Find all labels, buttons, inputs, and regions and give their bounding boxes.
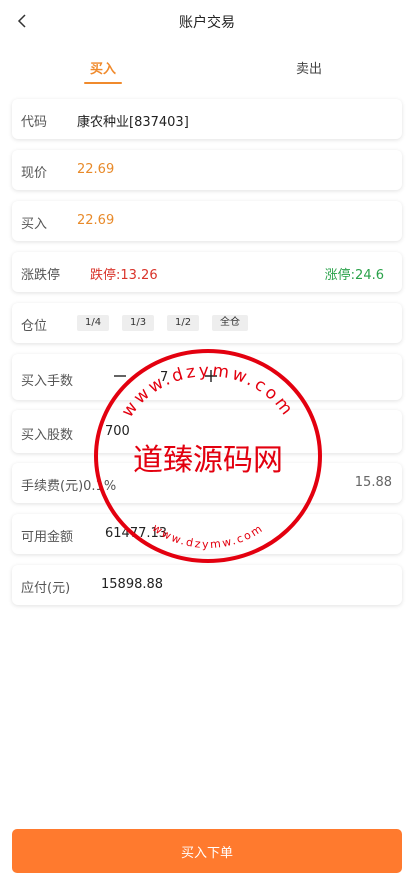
payable-value: 15898.88 <box>101 577 164 592</box>
trade-tabs: 买入 卖出 <box>0 52 414 90</box>
buy-price-value[interactable]: 22.69 <box>77 213 114 228</box>
limit-up-value: 涨停:24.6 <box>324 268 384 283</box>
lots-label: 买入手数 <box>21 374 74 389</box>
buy-price-label: 买入 <box>21 217 48 232</box>
payable-row: 应付(元) 15898.88 <box>12 565 402 605</box>
fee-row: 手续费(元)0.1% 15.88 <box>12 463 402 503</box>
plus-icon <box>205 370 217 382</box>
code-label: 代码 <box>21 115 48 130</box>
current-price-row: 现价 22.69 <box>12 150 402 190</box>
top-bar: 账户交易 <box>0 0 414 44</box>
available-row: 可用金额 61477.13 <box>12 514 402 554</box>
tab-buy[interactable]: 买入 <box>90 58 116 77</box>
position-quarter-button[interactable]: 1/4 <box>77 315 110 331</box>
position-full-button[interactable]: 全仓 <box>212 315 248 331</box>
current-price-label: 现价 <box>21 166 48 181</box>
position-row: 仓位 1/4 1/3 1/2 全仓 <box>12 303 402 343</box>
fee-label: 手续费(元)0.1% <box>21 479 117 494</box>
shares-input[interactable]: 700 <box>105 424 130 439</box>
fee-value: 15.88 <box>354 475 392 490</box>
limit-down-value: 跌停:13.26 <box>90 268 158 283</box>
increase-lots-button[interactable] <box>202 367 220 385</box>
lots-input[interactable]: 7 <box>160 370 168 385</box>
lots-row: 买入手数 7 <box>12 354 402 400</box>
minus-icon <box>114 375 126 377</box>
buy-price-row: 买入 22.69 <box>12 201 402 241</box>
page-title: 账户交易 <box>179 15 235 31</box>
position-third-button[interactable]: 1/3 <box>122 315 155 331</box>
tab-sell[interactable]: 卖出 <box>296 58 322 77</box>
decrease-lots-button[interactable] <box>111 367 129 385</box>
stock-code-value[interactable]: 康农种业[837403] <box>77 111 189 130</box>
available-label: 可用金额 <box>21 530 74 545</box>
payable-label: 应付(元) <box>21 581 71 596</box>
shares-label: 买入股数 <box>21 428 74 443</box>
shares-row: 买入股数 700 <box>12 410 402 453</box>
code-row: 代码 康农种业[837403] <box>12 99 402 139</box>
current-price-value: 22.69 <box>77 162 115 177</box>
buy-submit-button[interactable]: 买入下单 <box>12 829 402 873</box>
tab-active-indicator <box>84 82 122 84</box>
position-half-button[interactable]: 1/2 <box>167 315 200 331</box>
limit-label: 涨跌停 <box>21 268 61 283</box>
limit-row: 涨跌停 跌停:13.26 涨停:24.6 <box>12 252 402 292</box>
position-label: 仓位 <box>21 319 48 334</box>
available-value: 61477.13 <box>105 526 168 541</box>
